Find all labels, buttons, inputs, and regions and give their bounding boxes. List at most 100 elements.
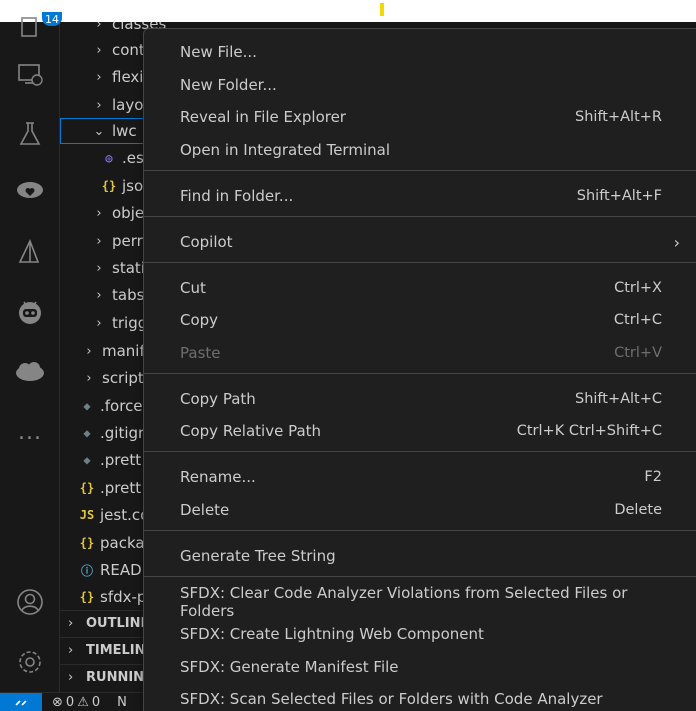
account-icon[interactable] — [14, 586, 46, 618]
menu-item-label: Reveal in File Explorer — [180, 108, 346, 126]
chevron-right-icon: › — [96, 233, 102, 249]
menu-item-label: SFDX: Create Lightning Web Component — [180, 625, 484, 643]
menu-item-copy-path[interactable]: Copy Path Shift+Alt+C — [144, 383, 696, 415]
tree-label: cont — [112, 41, 145, 59]
section-label: OUTLINE — [86, 616, 150, 631]
more-icon[interactable]: ... — [14, 416, 46, 448]
menu-separator — [144, 262, 696, 263]
salesforce-triangle-icon[interactable] — [14, 236, 46, 268]
tree-label: sfdx-p — [100, 588, 147, 606]
chevron-right-icon: › — [96, 315, 102, 331]
menu-item-generate-tree-string[interactable]: Generate Tree String — [144, 540, 696, 572]
error-count: 0 — [65, 695, 75, 710]
menu-item-new-folder[interactable]: New Folder... — [144, 69, 696, 101]
tree-label: .gitigr — [100, 424, 145, 442]
menu-separator — [144, 170, 696, 171]
javascript-icon: JS — [79, 508, 95, 522]
testing-flask-icon[interactable] — [14, 118, 46, 150]
tree-label: .force — [100, 397, 143, 415]
config-file-icon: ◆ — [83, 399, 91, 413]
menu-item-cut[interactable]: Cut Ctrl+X — [144, 272, 696, 304]
top-strip — [0, 0, 696, 22]
chevron-right-icon: › — [86, 343, 92, 359]
remote-indicator[interactable] — [0, 693, 42, 711]
warning-count: 0 — [91, 695, 101, 710]
chevron-right-icon: › — [96, 287, 102, 303]
menu-item-shortcut: Shift+Alt+C — [574, 391, 662, 407]
menu-item-new-file[interactable]: New File... — [144, 36, 696, 68]
menu-item-sfdx-clear-violations[interactable]: SFDX: Clear Code Analyzer Violations fro… — [144, 584, 696, 620]
menu-item-shortcut: Ctrl+X — [614, 280, 662, 296]
error-icon: ⊗ — [52, 695, 63, 710]
chevron-right-icon: › — [96, 260, 102, 276]
menu-item-label: Open in Integrated Terminal — [180, 141, 390, 159]
remote-explorer-icon[interactable] — [14, 58, 46, 90]
chevron-down-icon: ⌄ — [93, 123, 105, 139]
menu-item-rename[interactable]: Rename... F2 — [144, 461, 696, 493]
tree-label: manif — [102, 342, 145, 360]
chevron-right-icon: › — [86, 370, 92, 386]
menu-item-shortcut: Ctrl+K Ctrl+Shift+C — [516, 423, 662, 439]
menu-item-label: Copy — [180, 311, 219, 329]
explorer-badge: 14 — [42, 12, 62, 26]
menu-item-sfdx-create-lwc[interactable]: SFDX: Create Lightning Web Component — [144, 618, 696, 650]
menu-item-label: Delete — [180, 501, 230, 519]
tree-label: layo — [112, 96, 144, 114]
menu-separator — [144, 451, 696, 452]
menu-item-label: Rename... — [180, 468, 256, 486]
tree-label: .es — [122, 149, 144, 167]
tree-label: tabs — [112, 286, 145, 304]
menu-item-shortcut: Delete — [614, 502, 662, 518]
menu-item-sfdx-generate-manifest[interactable]: SFDX: Generate Manifest File — [144, 651, 696, 683]
menu-item-label: SFDX: Clear Code Analyzer Violations fro… — [180, 584, 628, 620]
menu-separator — [144, 576, 696, 577]
salesforce-cloud-heart-icon[interactable] — [14, 176, 46, 208]
menu-item-label: Cut — [180, 279, 206, 297]
menu-item-label: Find in Folder... — [180, 187, 294, 205]
menu-item-copy[interactable]: Copy Ctrl+C — [144, 304, 696, 336]
config-file-icon: ◆ — [83, 453, 91, 467]
menu-separator — [144, 530, 696, 531]
submenu-arrow-icon: › — [673, 232, 680, 252]
menu-item-copilot[interactable]: Copilot › — [144, 226, 696, 258]
json-icon: {} — [101, 179, 117, 193]
tree-label: lwc — [112, 122, 137, 140]
menu-item-reveal-in-file-explorer[interactable]: Reveal in File Explorer Shift+Alt+R — [144, 101, 696, 133]
explorer-icon[interactable]: 14 — [14, 12, 62, 44]
tree-label: jest.co — [100, 506, 150, 524]
menu-item-shortcut: Ctrl+V — [614, 345, 662, 361]
menu-item-shortcut: Shift+Alt+R — [575, 109, 662, 125]
info-icon: ⓘ — [80, 563, 93, 578]
chevron-right-icon: › — [96, 97, 102, 113]
tree-label: trigg — [112, 314, 148, 332]
config-file-icon: ◆ — [83, 426, 91, 440]
tree-label: .prett — [100, 479, 142, 497]
menu-item-delete[interactable]: Delete Delete — [144, 494, 696, 526]
json-icon: {} — [79, 590, 95, 604]
activity-bar: 14 ... — [0, 12, 62, 692]
tree-label: perr — [112, 232, 143, 250]
menu-separator — [144, 373, 696, 374]
json-icon: {} — [79, 536, 95, 550]
tree-label: flexi — [112, 68, 144, 86]
chevron-right-icon: › — [96, 69, 102, 85]
tree-label: .prett — [100, 451, 142, 469]
salesforce-cloud-icon[interactable] — [14, 356, 46, 388]
gear-icon[interactable] — [14, 646, 46, 678]
problems-indicator[interactable]: ⊗ 0 ⚠ 0 N — [52, 693, 127, 711]
menu-item-find-in-folder[interactable]: Find in Folder... Shift+Alt+F — [144, 180, 696, 212]
menu-item-paste: Paste Ctrl+V — [144, 337, 696, 369]
menu-item-open-in-terminal[interactable]: Open in Integrated Terminal — [144, 134, 696, 166]
tree-label: script — [102, 369, 144, 387]
menu-item-copy-relative-path[interactable]: Copy Relative Path Ctrl+K Ctrl+Shift+C — [144, 415, 696, 447]
chevron-right-icon: › — [96, 22, 102, 32]
status-extra: N — [117, 695, 127, 710]
warning-icon: ⚠ — [77, 695, 89, 710]
chevron-right-icon: › — [96, 205, 102, 221]
json-icon: {} — [79, 481, 95, 495]
menu-item-sfdx-scan[interactable]: SFDX: Scan Selected Files or Folders wit… — [144, 683, 696, 711]
menu-separator — [144, 216, 696, 217]
salesforce-robot-icon[interactable] — [14, 296, 46, 328]
eslint-icon: ◎ — [105, 151, 113, 165]
chevron-right-icon: › — [68, 616, 74, 631]
